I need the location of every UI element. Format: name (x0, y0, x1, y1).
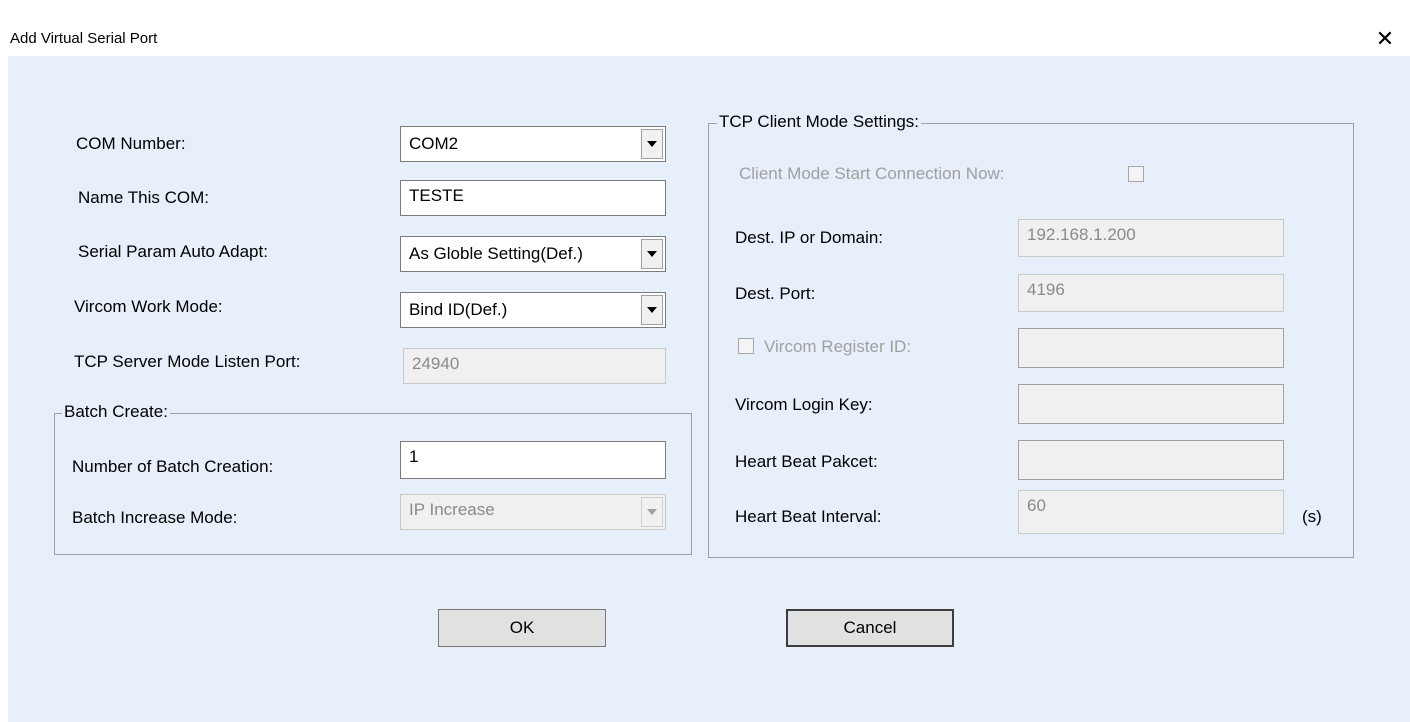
com-number-label: COM Number: (76, 134, 186, 153)
heart-interval-unit: (s) (1302, 507, 1322, 526)
heart-packet-input[interactable] (1018, 440, 1284, 480)
close-icon: ✕ (1375, 26, 1395, 51)
register-id-input[interactable] (1018, 328, 1284, 368)
title-bar: Add Virtual Serial Port ✕ (0, 8, 1410, 56)
dest-ip-input[interactable]: 192.168.1.200 (1018, 219, 1284, 257)
dest-ip-label: Dest. IP or Domain: (735, 228, 884, 247)
dest-port-label: Dest. Port: (735, 284, 816, 303)
com-number-select[interactable]: COM2 (400, 126, 666, 162)
login-key-label: Vircom Login Key: (735, 395, 873, 414)
batch-create-group (54, 413, 692, 555)
name-com-input[interactable]: TESTE (400, 180, 666, 216)
com-number-value: COM2 (409, 134, 459, 153)
serial-auto-label: Serial Param Auto Adapt: (78, 242, 268, 261)
background-strip (0, 0, 1410, 8)
chevron-down-icon[interactable] (641, 497, 663, 527)
batch-mode-value: IP Increase (409, 500, 495, 519)
start-now-checkbox[interactable] (1128, 166, 1144, 182)
work-mode-label: Vircom Work Mode: (74, 297, 223, 316)
batch-number-label: Number of Batch Creation: (72, 457, 274, 476)
heart-packet-label: Heart Beat Pakcet: (735, 452, 878, 471)
serial-auto-select[interactable]: As Globle Setting(Def.) (400, 236, 666, 272)
ok-button[interactable]: OK (438, 609, 606, 647)
work-mode-select[interactable]: Bind ID(Def.) (400, 292, 666, 328)
close-button[interactable]: ✕ (1370, 24, 1400, 54)
dest-port-input[interactable]: 4196 (1018, 274, 1284, 312)
window-title: Add Virtual Serial Port (10, 30, 158, 47)
login-key-input[interactable] (1018, 384, 1284, 424)
work-mode-value: Bind ID(Def.) (409, 300, 508, 319)
listen-port-label: TCP Server Mode Listen Port: (74, 352, 301, 371)
chevron-down-icon[interactable] (641, 239, 663, 269)
register-id-label: Vircom Register ID: (764, 337, 912, 356)
batch-create-legend: Batch Create: (62, 402, 170, 422)
start-now-label: Client Mode Start Connection Now: (739, 164, 1005, 183)
cancel-button[interactable]: Cancel (786, 609, 954, 647)
tcp-client-legend: TCP Client Mode Settings: (717, 112, 921, 132)
chevron-down-icon[interactable] (641, 129, 663, 159)
chevron-down-icon[interactable] (641, 295, 663, 325)
heart-interval-label: Heart Beat Interval: (735, 507, 882, 526)
serial-auto-value: As Globle Setting(Def.) (409, 244, 583, 263)
batch-mode-label: Batch Increase Mode: (72, 508, 238, 527)
dialog-body: COM Number: COM2 Name This COM: TESTE Se… (8, 56, 1410, 722)
register-id-checkbox[interactable] (738, 338, 754, 354)
batch-number-input[interactable]: 1 (400, 441, 666, 479)
batch-mode-select[interactable]: IP Increase (400, 494, 666, 530)
name-com-label: Name This COM: (78, 188, 209, 207)
heart-interval-input[interactable]: 60 (1018, 490, 1284, 534)
listen-port-input[interactable]: 24940 (403, 348, 666, 384)
